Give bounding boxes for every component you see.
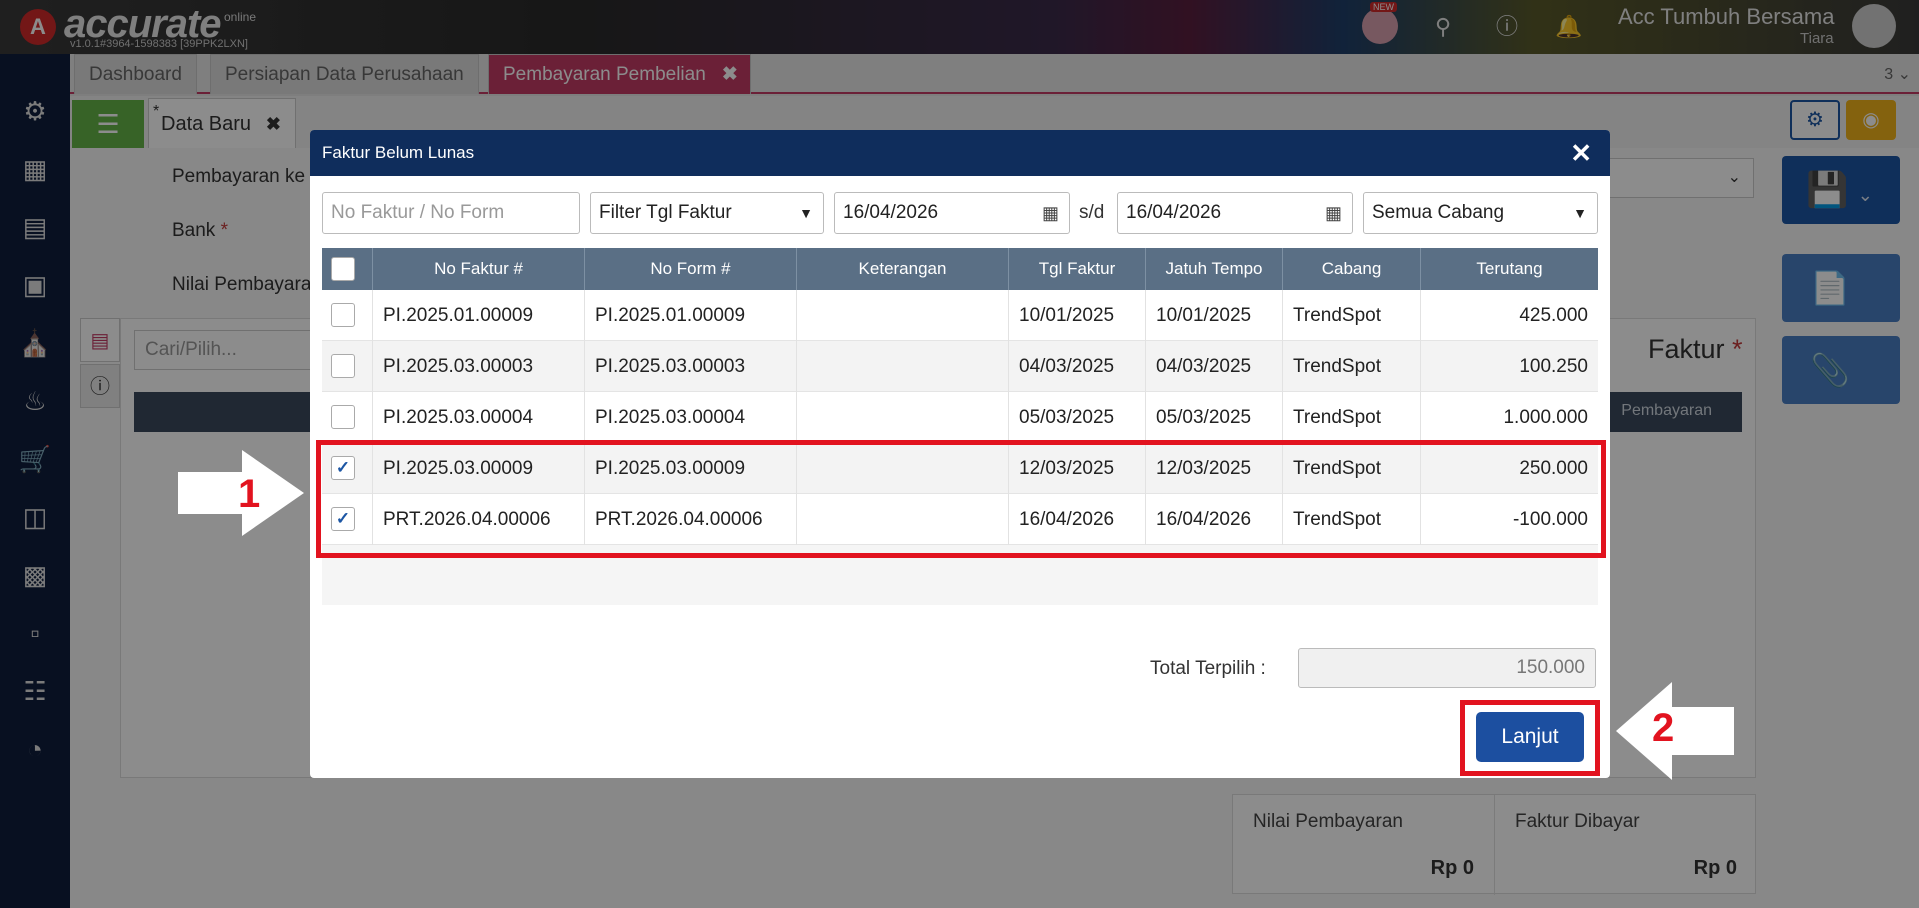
cell-no-form: PI.2025.01.00009 bbox=[584, 290, 796, 341]
date-separator: s/d bbox=[1079, 202, 1105, 223]
cell-no-form: PI.2025.03.00003 bbox=[584, 341, 796, 392]
cell-keterangan bbox=[796, 341, 1008, 392]
total-selected-field: 150.000 bbox=[1298, 648, 1596, 688]
cell-no-faktur: PI.2025.01.00009 bbox=[372, 290, 584, 341]
cell-no-form: PI.2025.03.00004 bbox=[584, 392, 796, 443]
chevron-down-icon: ▼ bbox=[1573, 205, 1587, 221]
total-label: Total Terpilih : bbox=[1150, 658, 1266, 679]
row-checkbox[interactable] bbox=[331, 405, 355, 429]
cell-jatuh-tempo: 05/03/2025 bbox=[1145, 392, 1282, 443]
cell-cabang: TrendSpot bbox=[1282, 341, 1420, 392]
highlight-lanjut-button bbox=[1460, 700, 1600, 776]
table-row[interactable]: PI.2025.03.00004 PI.2025.03.00004 05/03/… bbox=[322, 392, 1598, 443]
header-checkbox-cell bbox=[322, 248, 372, 290]
cell-keterangan bbox=[796, 290, 1008, 341]
cell-tgl-faktur: 05/03/2025 bbox=[1008, 392, 1145, 443]
close-icon[interactable]: ✕ bbox=[1570, 138, 1592, 169]
chevron-down-icon: ▼ bbox=[799, 205, 813, 221]
cell-no-faktur: PI.2025.03.00004 bbox=[372, 392, 584, 443]
row-checkbox[interactable] bbox=[331, 303, 355, 327]
cell-no-faktur: PI.2025.03.00003 bbox=[372, 341, 584, 392]
cell-cabang: TrendSpot bbox=[1282, 290, 1420, 341]
col-no-faktur[interactable]: No Faktur # bbox=[372, 248, 584, 290]
cell-terutang: 425.000 bbox=[1420, 290, 1598, 341]
table-row[interactable]: PI.2025.03.00003 PI.2025.03.00003 04/03/… bbox=[322, 341, 1598, 392]
cell-terutang: 100.250 bbox=[1420, 341, 1598, 392]
step-2-label: 2 bbox=[1652, 706, 1675, 750]
cell-terutang: 1.000.000 bbox=[1420, 392, 1598, 443]
modal-header: Faktur Belum Lunas ✕ bbox=[310, 130, 1610, 176]
col-keterangan[interactable]: Keterangan bbox=[796, 248, 1008, 290]
highlight-selected-rows bbox=[316, 440, 1606, 558]
grid-header: No Faktur # No Form # Keterangan Tgl Fak… bbox=[322, 248, 1598, 290]
row-checkbox[interactable] bbox=[331, 354, 355, 378]
cell-cabang: TrendSpot bbox=[1282, 392, 1420, 443]
table-row[interactable]: PI.2025.01.00009 PI.2025.01.00009 10/01/… bbox=[322, 290, 1598, 341]
cell-keterangan bbox=[796, 392, 1008, 443]
step-1-label: 1 bbox=[238, 472, 261, 516]
calendar-icon[interactable]: ▦ bbox=[1325, 193, 1342, 233]
date-to-input[interactable]: 16/04/2026 ▦ bbox=[1117, 192, 1353, 234]
calendar-icon[interactable]: ▦ bbox=[1042, 193, 1059, 233]
branch-select[interactable]: Semua Cabang ▼ bbox=[1363, 192, 1598, 234]
col-no-form[interactable]: No Form # bbox=[584, 248, 796, 290]
cell-tgl-faktur: 10/01/2025 bbox=[1008, 290, 1145, 341]
invoice-number-input[interactable]: No Faktur / No Form bbox=[322, 192, 580, 234]
select-all-checkbox[interactable] bbox=[331, 257, 355, 281]
modal-title: Faktur Belum Lunas bbox=[322, 143, 475, 162]
date-filter-select[interactable]: Filter Tgl Faktur ▼ bbox=[590, 192, 824, 234]
cell-jatuh-tempo: 10/01/2025 bbox=[1145, 290, 1282, 341]
col-tgl-faktur[interactable]: Tgl Faktur bbox=[1008, 248, 1145, 290]
col-terutang[interactable]: Terutang bbox=[1420, 248, 1598, 290]
date-from-input[interactable]: 16/04/2026 ▦ bbox=[834, 192, 1070, 234]
arrow-left-icon bbox=[1616, 682, 1734, 780]
cell-tgl-faktur: 04/03/2025 bbox=[1008, 341, 1145, 392]
col-jatuh-tempo[interactable]: Jatuh Tempo bbox=[1145, 248, 1282, 290]
col-cabang[interactable]: Cabang bbox=[1282, 248, 1420, 290]
cell-jatuh-tempo: 04/03/2025 bbox=[1145, 341, 1282, 392]
